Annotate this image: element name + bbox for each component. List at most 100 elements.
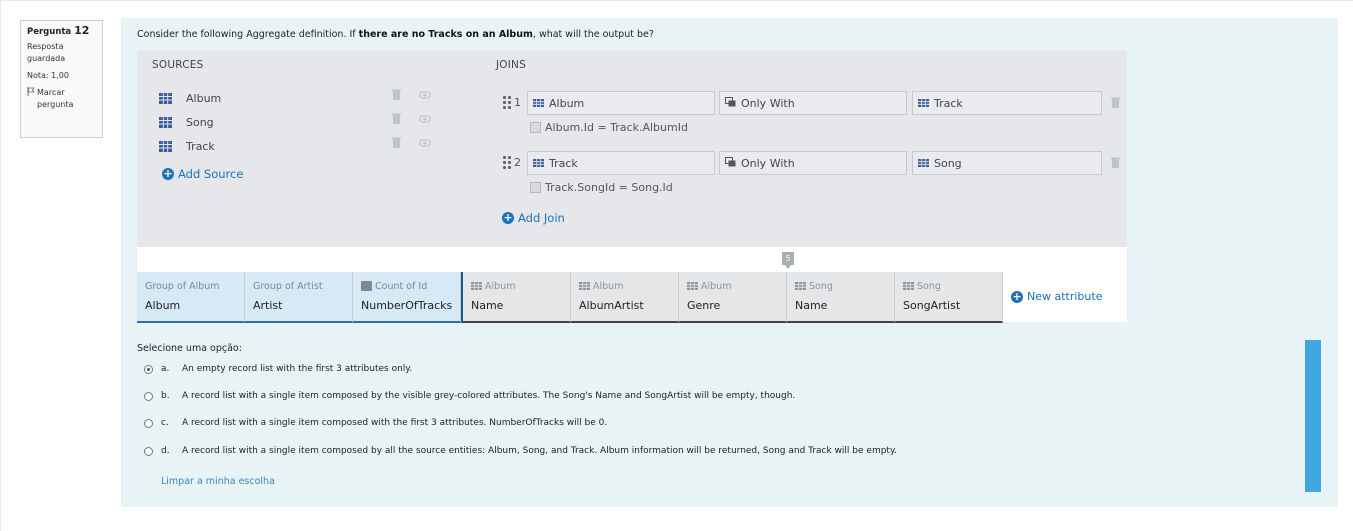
join-left-label: Album [549,96,585,110]
source-label: Song [186,115,214,129]
attribute-column[interactable]: Group of Album Album [137,272,245,323]
attribute-column[interactable]: Song SongArtist [895,272,1003,323]
question-number-value: 12 [74,24,90,37]
source-item-album[interactable]: Album [159,89,221,107]
attribute-caption-text: Song [917,280,941,292]
plus-circle-icon: + [502,211,514,224]
attribute-column[interactable]: Album Name [463,272,571,323]
attribute-column[interactable]: Count of Id NumberOfTracks [353,272,461,323]
eye-icon[interactable] [418,114,432,126]
attribute-name: NumberOfTracks [361,299,453,312]
answer-option-b[interactable]: b. A record list with a single item comp… [144,391,795,401]
source-controls [392,137,432,151]
answer-prompt: Selecione uma opção: [137,343,242,354]
new-attribute-button[interactable]: + New attribute [1003,272,1127,321]
attribute-caption: Group of Album [145,280,220,292]
join-left-entity[interactable]: Track [527,151,715,175]
grade-text: Nota: 1,00 [27,71,69,80]
entity-icon [918,157,929,170]
attribute-caption: Album [687,279,778,293]
option-letter: b. [161,391,170,401]
join-drag-handle[interactable]: 1 [503,96,521,109]
question-text-part: , what will the output be? [532,29,654,40]
radio-button[interactable] [144,364,153,374]
joins-title: JOINS [496,59,526,71]
source-item-song[interactable]: Song [159,113,214,131]
attribute-column[interactable]: Album Genre [679,272,787,323]
source-controls [392,113,432,127]
add-source-link[interactable]: + Add Source [162,167,243,181]
join-condition-text: Album.Id = Track.AlbumId [545,121,688,134]
attribute-column[interactable]: Song Name [787,272,895,323]
attribute-name: Genre [687,299,721,312]
join-type-select[interactable]: Only With [719,151,907,175]
entity-icon [918,97,929,110]
status-line-1: Resposta [27,42,64,51]
eye-icon[interactable] [418,138,432,150]
attribute-caption: Album [579,279,670,293]
join-condition[interactable]: Album.Id = Track.AlbumId [530,121,688,134]
attribute-caption-text: Song [809,280,833,292]
join-right-entity[interactable]: Track [912,91,1102,115]
attribute-name: Name [471,299,504,312]
flag-question-link[interactable]: Marcar pergunta [27,87,96,111]
trash-icon[interactable] [1111,157,1120,171]
join-drag-handle[interactable]: 2 [503,156,521,169]
trash-icon[interactable] [1111,97,1120,111]
attribute-caption: Song [903,279,994,293]
new-attribute-label: New attribute [1027,290,1103,303]
expression-icon [530,122,541,133]
trash-icon[interactable] [392,89,401,103]
join-type-select[interactable]: Only With [719,91,907,115]
entity-icon [687,282,698,290]
plus-circle-icon: + [1011,289,1023,303]
sources-title: SOURCES [152,59,204,71]
answer-option-a[interactable]: a. An empty record list with the first 3… [144,364,412,374]
entity-icon [159,140,172,152]
answer-option-c[interactable]: c. A record list with a single item comp… [144,418,607,428]
option-letter: d. [161,446,170,456]
source-label: Track [186,139,215,153]
clear-choice-link[interactable]: Limpar a minha escolha [161,476,275,487]
eye-icon[interactable] [418,90,432,102]
radio-button[interactable] [144,391,153,401]
question-number: Pergunta 12 [27,25,96,38]
answer-option-d[interactable]: d. A record list with a single item comp… [144,446,897,456]
trash-icon[interactable] [392,137,401,151]
source-item-track[interactable]: Track [159,137,215,155]
attribute-caption-text: Album [485,280,516,292]
option-letter: c. [161,418,169,428]
expression-icon [530,182,541,193]
attribute-name: AlbumArtist [579,299,644,312]
question-text-part: Consider the following Aggregate definit… [137,29,359,40]
add-join-link[interactable]: + Add Join [502,211,565,225]
status-line-2: guardada [27,54,66,63]
entity-icon [159,116,172,128]
scrollbar[interactable] [1305,340,1321,492]
attribute-column[interactable]: Album AlbumArtist [571,272,679,323]
add-join-label: Add Join [518,211,565,225]
drag-handle-icon [503,156,511,169]
join-type-label: Only With [741,96,795,110]
option-text: A record list with a single item compose… [182,446,897,456]
attribute-caption-text: Album [593,280,624,292]
join-right-entity[interactable]: Song [912,151,1102,175]
radio-button[interactable] [144,418,153,428]
join-left-entity[interactable]: Album [527,91,715,115]
option-text: A record list with a single item compose… [182,418,608,428]
question-label: Pergunta [27,27,72,37]
radio-button[interactable] [144,446,153,456]
drag-handle-icon [503,96,511,109]
trash-icon[interactable] [392,113,401,127]
join-type-icon [725,156,736,170]
join-right-label: Song [934,156,962,170]
attribute-column[interactable]: Group of Artist Artist [245,272,353,323]
flag-line-1: Marcar [37,88,65,97]
entity-icon [903,282,914,290]
option-letter: a. [161,364,170,374]
join-condition[interactable]: Track.SongId = Song.Id [530,181,673,194]
attribute-caption: Group of Artist [253,280,323,292]
attribute-name: Name [795,299,828,312]
entity-icon [159,92,172,104]
source-label: Album [186,91,222,105]
